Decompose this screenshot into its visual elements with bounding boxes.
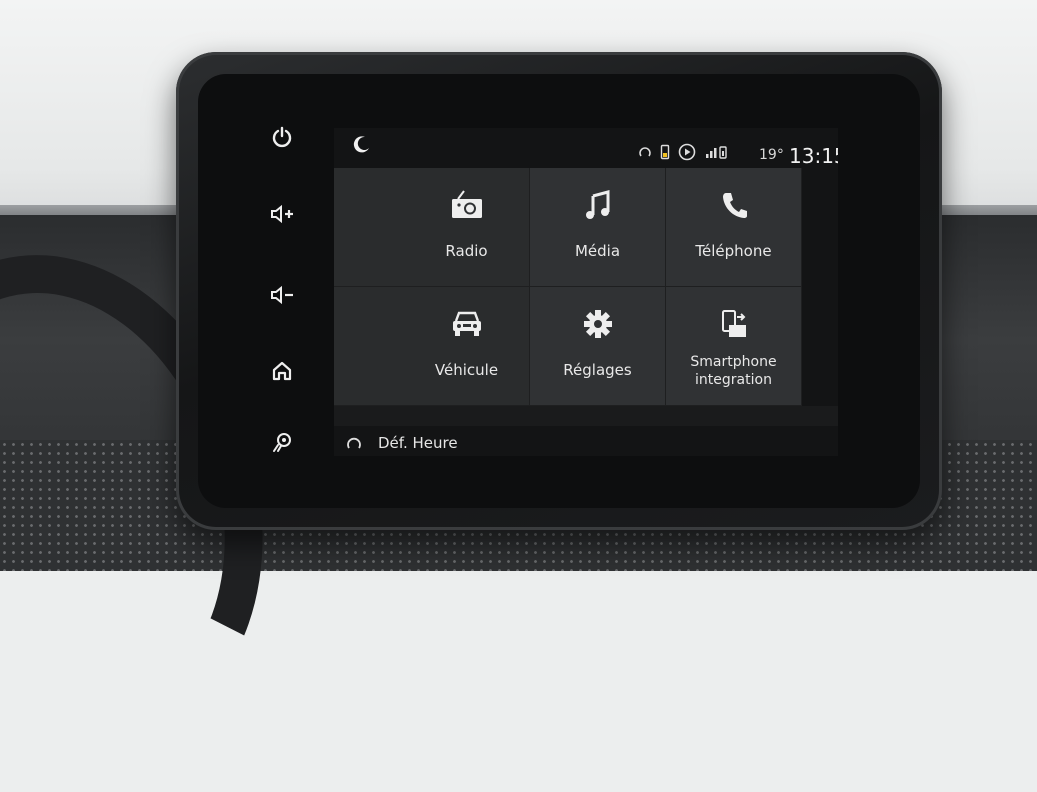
tile-radio[interactable]: Radio [334, 168, 530, 287]
tile-label-line1: Smartphone [690, 354, 777, 370]
tile-label-settings: Réglages [563, 361, 632, 379]
divider-strip [334, 406, 838, 426]
infotainment-screen: 19° 13:15 Radio Média Téléphone Véhicu [334, 128, 838, 456]
phone-battery-icon [660, 144, 670, 160]
tile-phone[interactable]: Téléphone [666, 168, 802, 287]
car-icon [452, 311, 481, 336]
tile-label-phone: Téléphone [695, 242, 772, 260]
play-icon [678, 143, 696, 161]
tile-label-line2: integration [695, 372, 772, 388]
sync-icon [639, 147, 651, 157]
gear-icon [583, 310, 612, 338]
phone-icon [722, 193, 747, 218]
app-grid: Radio Média Téléphone Véhicule Réglages [334, 168, 802, 406]
notification-bar[interactable]: Déf. Heure [334, 432, 838, 456]
night-mode-icon[interactable] [352, 134, 372, 154]
sync-icon [347, 437, 361, 449]
radio-icon [451, 190, 482, 218]
volume-down-icon[interactable] [268, 284, 296, 312]
tile-vehicle[interactable]: Véhicule [334, 287, 530, 406]
notification-text: Déf. Heure [378, 434, 458, 452]
signal-icon [706, 146, 727, 159]
tile-label-radio: Radio [445, 242, 488, 260]
tile-label-vehicle: Véhicule [434, 361, 499, 379]
tile-settings[interactable]: Réglages [530, 287, 666, 406]
tile-label-smartphone-integration: Smartphone integration [666, 353, 801, 389]
tile-label-media: Média [574, 242, 621, 260]
outside-temperature: 19° [759, 147, 784, 163]
power-icon[interactable] [268, 126, 296, 154]
smartphone-cast-icon [721, 310, 746, 337]
voice-assist-icon[interactable] [268, 430, 296, 458]
status-bar: 19° 13:15 [334, 128, 838, 168]
tile-media[interactable]: Média [530, 168, 666, 287]
status-icons [638, 142, 728, 162]
volume-up-icon[interactable] [268, 203, 296, 231]
home-icon[interactable] [268, 360, 296, 388]
music-note-icon [585, 190, 609, 219]
tile-smartphone-integration[interactable]: Smartphone integration [666, 287, 802, 406]
clock[interactable]: 13:15 [789, 144, 838, 168]
